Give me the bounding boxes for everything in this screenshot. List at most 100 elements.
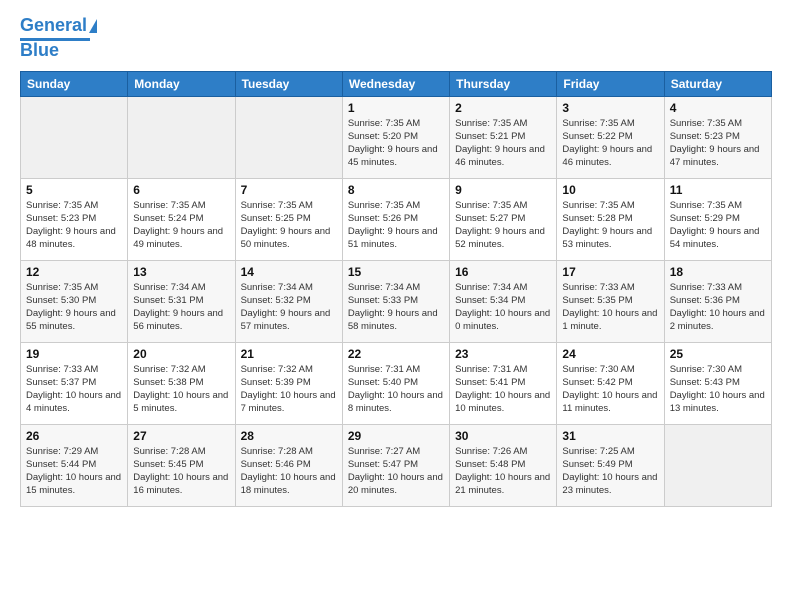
day-info: Sunrise: 7:35 AM Sunset: 5:24 PM Dayligh… xyxy=(133,199,229,252)
calendar-cell: 22Sunrise: 7:31 AM Sunset: 5:40 PM Dayli… xyxy=(342,342,449,424)
calendar-cell: 2 Sunrise: 7:35 AM Sunset: 5:21 PM Daylig… xyxy=(450,96,557,178)
day-info: Sunrise: 7:34 AM Sunset: 5:34 PM Dayligh… xyxy=(455,281,551,334)
logo-blue: Blue xyxy=(20,41,59,61)
calendar-cell xyxy=(21,96,128,178)
calendar-cell: 16 Sunrise: 7:34 AM Sunset: 5:34 PM Dayli… xyxy=(450,260,557,342)
day-number: 18 xyxy=(670,265,766,279)
day-number: 12 xyxy=(26,265,122,279)
day-info: Sunrise: 7:35 AM Sunset: 5:20 PM Dayligh… xyxy=(348,117,444,170)
day-number: 1 xyxy=(348,101,444,115)
day-info: Sunrise: 7:35 AM Sunset: 5:29 PM Dayligh… xyxy=(670,199,766,252)
calendar-cell: 18 Sunrise: 7:33 AM Sunset: 5:36 PM Dayli… xyxy=(664,260,771,342)
day-info: Sunrise: 7:34 AM Sunset: 5:32 PM Dayligh… xyxy=(241,281,337,334)
calendar-table: SundayMondayTuesdayWednesdayThursdayFrid… xyxy=(20,71,772,507)
calendar-cell: 10Sunrise: 7:35 AM Sunset: 5:28 PM Dayli… xyxy=(557,178,664,260)
day-number: 11 xyxy=(670,183,766,197)
day-number: 20 xyxy=(133,347,229,361)
calendar-cell: 28 Sunrise: 7:28 AM Sunset: 5:46 PM Dayli… xyxy=(235,424,342,506)
col-header-monday: Monday xyxy=(128,71,235,96)
week-row-1: 5 Sunrise: 7:35 AM Sunset: 5:23 PM Daylig… xyxy=(21,178,772,260)
calendar-cell: 17 Sunrise: 7:33 AM Sunset: 5:35 PM Dayli… xyxy=(557,260,664,342)
week-row-0: 1 Sunrise: 7:35 AM Sunset: 5:20 PM Daylig… xyxy=(21,96,772,178)
calendar-cell: 26 Sunrise: 7:29 AM Sunset: 5:44 PM Dayli… xyxy=(21,424,128,506)
logo-triangle-icon xyxy=(89,19,97,33)
day-info: Sunrise: 7:35 AM Sunset: 5:26 PM Dayligh… xyxy=(348,199,444,252)
day-number: 25 xyxy=(670,347,766,361)
col-header-wednesday: Wednesday xyxy=(342,71,449,96)
day-info: Sunrise: 7:33 AM Sunset: 5:37 PM Dayligh… xyxy=(26,363,122,416)
calendar-cell: 24 Sunrise: 7:30 AM Sunset: 5:42 PM Dayli… xyxy=(557,342,664,424)
day-info: Sunrise: 7:26 AM Sunset: 5:48 PM Dayligh… xyxy=(455,445,551,498)
day-info: Sunrise: 7:25 AM Sunset: 5:49 PM Dayligh… xyxy=(562,445,658,498)
day-number: 28 xyxy=(241,429,337,443)
col-header-tuesday: Tuesday xyxy=(235,71,342,96)
day-number: 13 xyxy=(133,265,229,279)
calendar-cell: 21 Sunrise: 7:32 AM Sunset: 5:39 PM Dayli… xyxy=(235,342,342,424)
day-number: 29 xyxy=(348,429,444,443)
calendar-cell: 25Sunrise: 7:30 AM Sunset: 5:43 PM Dayli… xyxy=(664,342,771,424)
week-row-2: 12 Sunrise: 7:35 AM Sunset: 5:30 PM Dayli… xyxy=(21,260,772,342)
week-row-4: 26 Sunrise: 7:29 AM Sunset: 5:44 PM Dayli… xyxy=(21,424,772,506)
calendar-cell: 31 Sunrise: 7:25 AM Sunset: 5:49 PM Dayli… xyxy=(557,424,664,506)
day-number: 26 xyxy=(26,429,122,443)
col-header-sunday: Sunday xyxy=(21,71,128,96)
day-info: Sunrise: 7:28 AM Sunset: 5:45 PM Dayligh… xyxy=(133,445,229,498)
col-header-friday: Friday xyxy=(557,71,664,96)
calendar-cell: 7Sunrise: 7:35 AM Sunset: 5:25 PM Daylig… xyxy=(235,178,342,260)
calendar-cell: 20 Sunrise: 7:32 AM Sunset: 5:38 PM Dayli… xyxy=(128,342,235,424)
col-header-thursday: Thursday xyxy=(450,71,557,96)
day-number: 21 xyxy=(241,347,337,361)
day-info: Sunrise: 7:34 AM Sunset: 5:33 PM Dayligh… xyxy=(348,281,444,334)
header: General Blue xyxy=(20,16,772,61)
page: General Blue SundayMondayTuesdayWednesda… xyxy=(0,0,792,523)
day-info: Sunrise: 7:28 AM Sunset: 5:46 PM Dayligh… xyxy=(241,445,337,498)
calendar-cell: 30 Sunrise: 7:26 AM Sunset: 5:48 PM Dayli… xyxy=(450,424,557,506)
calendar-header-row: SundayMondayTuesdayWednesdayThursdayFrid… xyxy=(21,71,772,96)
day-number: 4 xyxy=(670,101,766,115)
day-number: 16 xyxy=(455,265,551,279)
day-info: Sunrise: 7:35 AM Sunset: 5:28 PM Dayligh… xyxy=(562,199,658,252)
calendar-cell: 13Sunrise: 7:34 AM Sunset: 5:31 PM Dayli… xyxy=(128,260,235,342)
day-info: Sunrise: 7:35 AM Sunset: 5:30 PM Dayligh… xyxy=(26,281,122,334)
logo: General Blue xyxy=(20,16,97,61)
day-number: 5 xyxy=(26,183,122,197)
day-number: 17 xyxy=(562,265,658,279)
calendar-cell: 23Sunrise: 7:31 AM Sunset: 5:41 PM Dayli… xyxy=(450,342,557,424)
day-info: Sunrise: 7:29 AM Sunset: 5:44 PM Dayligh… xyxy=(26,445,122,498)
day-info: Sunrise: 7:32 AM Sunset: 5:39 PM Dayligh… xyxy=(241,363,337,416)
day-info: Sunrise: 7:32 AM Sunset: 5:38 PM Dayligh… xyxy=(133,363,229,416)
day-info: Sunrise: 7:33 AM Sunset: 5:35 PM Dayligh… xyxy=(562,281,658,334)
day-info: Sunrise: 7:35 AM Sunset: 5:27 PM Dayligh… xyxy=(455,199,551,252)
day-info: Sunrise: 7:35 AM Sunset: 5:21 PM Dayligh… xyxy=(455,117,551,170)
calendar-cell: 19 Sunrise: 7:33 AM Sunset: 5:37 PM Dayli… xyxy=(21,342,128,424)
day-number: 9 xyxy=(455,183,551,197)
day-number: 2 xyxy=(455,101,551,115)
day-number: 24 xyxy=(562,347,658,361)
calendar-cell: 3 Sunrise: 7:35 AM Sunset: 5:22 PM Daylig… xyxy=(557,96,664,178)
day-info: Sunrise: 7:31 AM Sunset: 5:40 PM Dayligh… xyxy=(348,363,444,416)
calendar-cell: 1 Sunrise: 7:35 AM Sunset: 5:20 PM Daylig… xyxy=(342,96,449,178)
day-info: Sunrise: 7:31 AM Sunset: 5:41 PM Dayligh… xyxy=(455,363,551,416)
day-number: 27 xyxy=(133,429,229,443)
calendar-cell xyxy=(235,96,342,178)
calendar-cell: 29 Sunrise: 7:27 AM Sunset: 5:47 PM Dayli… xyxy=(342,424,449,506)
day-number: 19 xyxy=(26,347,122,361)
calendar-cell: 15Sunrise: 7:34 AM Sunset: 5:33 PM Dayli… xyxy=(342,260,449,342)
calendar-cell: 27 Sunrise: 7:28 AM Sunset: 5:45 PM Dayli… xyxy=(128,424,235,506)
day-number: 31 xyxy=(562,429,658,443)
day-info: Sunrise: 7:27 AM Sunset: 5:47 PM Dayligh… xyxy=(348,445,444,498)
col-header-saturday: Saturday xyxy=(664,71,771,96)
logo-text: General xyxy=(20,16,87,36)
calendar-cell xyxy=(128,96,235,178)
day-number: 7 xyxy=(241,183,337,197)
day-info: Sunrise: 7:35 AM Sunset: 5:22 PM Dayligh… xyxy=(562,117,658,170)
calendar-cell xyxy=(664,424,771,506)
day-number: 6 xyxy=(133,183,229,197)
calendar-cell: 9 Sunrise: 7:35 AM Sunset: 5:27 PM Daylig… xyxy=(450,178,557,260)
day-info: Sunrise: 7:35 AM Sunset: 5:23 PM Dayligh… xyxy=(26,199,122,252)
week-row-3: 19 Sunrise: 7:33 AM Sunset: 5:37 PM Dayli… xyxy=(21,342,772,424)
day-info: Sunrise: 7:30 AM Sunset: 5:42 PM Dayligh… xyxy=(562,363,658,416)
day-number: 30 xyxy=(455,429,551,443)
day-number: 3 xyxy=(562,101,658,115)
day-info: Sunrise: 7:33 AM Sunset: 5:36 PM Dayligh… xyxy=(670,281,766,334)
